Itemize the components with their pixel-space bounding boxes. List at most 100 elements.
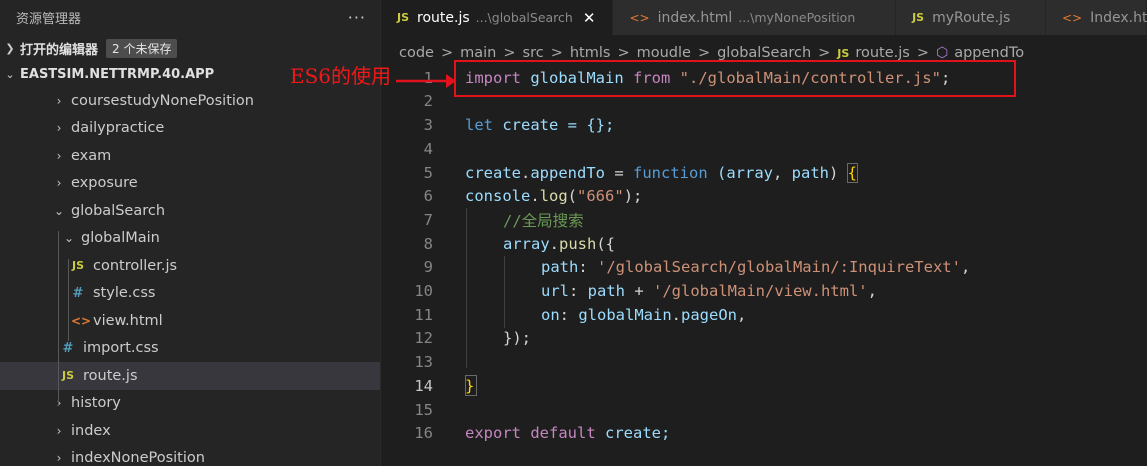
tree-file[interactable]: JS controller.js (0, 252, 380, 280)
tree-label: exposure (71, 175, 138, 192)
javascript-file-icon: JS (837, 46, 850, 60)
chevron-right-icon: › (56, 121, 62, 136)
line-number: 12 (414, 329, 433, 348)
chevron-down-icon: ⌄ (53, 203, 65, 218)
tree-folder[interactable]: › exam (0, 142, 380, 170)
code-line: 7 //全局搜索 (381, 208, 584, 232)
breadcrumb-item[interactable]: globalSearch (717, 45, 811, 61)
javascript-file-icon: JS (71, 259, 84, 273)
explorer-title: 资源管理器 (16, 12, 82, 27)
javascript-file-icon: JS (397, 11, 410, 24)
breadcrumb-item[interactable]: src (523, 45, 544, 61)
tree-file[interactable]: # import.css (0, 335, 380, 363)
line-number: 16 (414, 424, 433, 443)
method-symbol-icon: ⬡ (935, 45, 949, 61)
annotation-text: ES6的使用 (290, 64, 392, 88)
project-label: EASTSIM.NETTRMP.40.APP (20, 66, 215, 82)
tree-folder[interactable]: › index (0, 417, 380, 445)
chevron-right-icon: > (617, 45, 630, 61)
tree-folder[interactable]: › dailypractice (0, 115, 380, 143)
html-file-icon: <> (71, 313, 92, 328)
more-actions-icon[interactable]: ··· (348, 8, 366, 27)
tab-index-ht[interactable]: <> Index.ht (1046, 0, 1147, 35)
tab-myroute-js[interactable]: JS myRoute.js (896, 0, 1046, 35)
line-number: 8 (423, 234, 433, 253)
code-text: export default create; (465, 424, 671, 443)
indent-guide (466, 208, 467, 368)
tree-folder-open[interactable]: ⌄ globalMain (0, 225, 380, 253)
breadcrumb-item[interactable]: appendTo (954, 45, 1024, 61)
indent-guide (68, 259, 69, 341)
code-editor[interactable]: 1 import globalMain from "./globalMain/co… (381, 66, 1147, 466)
tree-label: indexNonePosition (71, 450, 205, 466)
close-icon[interactable]: ✕ (583, 9, 596, 27)
highlight-box (454, 60, 1016, 97)
tree-folder-open[interactable]: ⌄ globalSearch (0, 197, 380, 225)
css-file-icon: # (62, 340, 74, 356)
code-line: 12}); (381, 327, 531, 351)
javascript-file-icon: JS (912, 11, 925, 24)
breadcrumb-item[interactable]: code (399, 45, 434, 61)
tab-label: myRoute.js (932, 9, 1011, 26)
chevron-right-icon: ❯ (5, 41, 15, 55)
line-number: 4 (423, 139, 433, 158)
chevron-right-icon: > (697, 45, 711, 61)
tree-label: globalSearch (71, 202, 166, 219)
tree-file-selected[interactable]: JS route.js (0, 362, 380, 390)
line-number: 15 (414, 400, 433, 419)
chevron-right-icon: › (56, 93, 62, 108)
breadcrumb-item[interactable]: route.js (855, 45, 910, 61)
indent-guide (504, 256, 505, 328)
editor-tabs: JS route.js ...\globalSearch ✕ <> index.… (381, 0, 1147, 35)
code-text: console.log("666"); (465, 187, 643, 206)
tree-label: style.css (93, 285, 156, 302)
code-text: array.push({ (503, 234, 616, 253)
code-line: 11 on: globalMain.pageOn, (381, 303, 746, 327)
tree-folder[interactable]: › exposure (0, 170, 380, 198)
open-editors-section[interactable]: ❯ 打开的编辑器 2 个未保存 (0, 35, 380, 61)
tree-file[interactable]: # style.css (0, 280, 380, 308)
line-number: 13 (414, 353, 433, 372)
chevron-right-icon: > (550, 45, 563, 61)
chevron-right-icon: › (56, 176, 62, 191)
tab-description: ...\globalSearch (475, 10, 573, 25)
line-number: 2 (423, 92, 433, 111)
code-line: 3 let create = {}; (381, 113, 615, 137)
chevron-right-icon: › (56, 396, 62, 411)
tab-route-js[interactable]: JS route.js ...\globalSearch ✕ (381, 0, 614, 35)
chevron-right-icon: > (818, 45, 831, 61)
bracket-match-highlight (465, 375, 477, 396)
tree-label: dailypractice (71, 120, 165, 137)
tree-label: globalMain (81, 230, 160, 247)
tree-label: index (71, 422, 111, 439)
tree-folder[interactable]: › indexNonePosition (0, 445, 380, 466)
chevron-down-icon: ⌄ (5, 67, 15, 81)
tree-folder[interactable]: › coursestudyNonePosition (0, 87, 380, 115)
code-text: create.appendTo = function (array, path)… (465, 162, 859, 183)
tree-label: coursestudyNonePosition (71, 92, 254, 109)
breadcrumb-item[interactable]: main (460, 45, 496, 61)
code-line: 4 (381, 137, 465, 161)
tree-label: exam (71, 147, 112, 164)
line-number: 5 (423, 163, 433, 182)
chevron-down-icon: ⌄ (63, 231, 75, 246)
code-line: 15 (381, 398, 465, 422)
chevron-right-icon: > (916, 45, 929, 61)
tab-label: index.html (657, 9, 733, 26)
tree-folder[interactable]: › history (0, 390, 380, 418)
unsaved-badge: 2 个未保存 (106, 38, 178, 58)
code-line: 14} (381, 374, 474, 398)
tab-label: route.js (417, 9, 470, 26)
code-line: 5 create.appendTo = function (array, path… (381, 161, 859, 185)
explorer-header: 资源管理器 ··· (0, 0, 380, 35)
code-text: }); (503, 329, 531, 348)
breadcrumb-item[interactable]: moudle (637, 45, 691, 61)
tree-file[interactable]: <> view.html (0, 307, 380, 335)
html-file-icon: <> (1062, 10, 1083, 25)
breadcrumb-item[interactable]: htmls (570, 45, 611, 61)
html-file-icon: <> (629, 10, 650, 25)
javascript-file-icon: JS (61, 369, 74, 383)
chevron-right-icon: > (503, 45, 516, 61)
tab-index-html[interactable]: <> index.html ...\myNonePosition (613, 0, 897, 35)
tree-label: import.css (83, 340, 159, 357)
